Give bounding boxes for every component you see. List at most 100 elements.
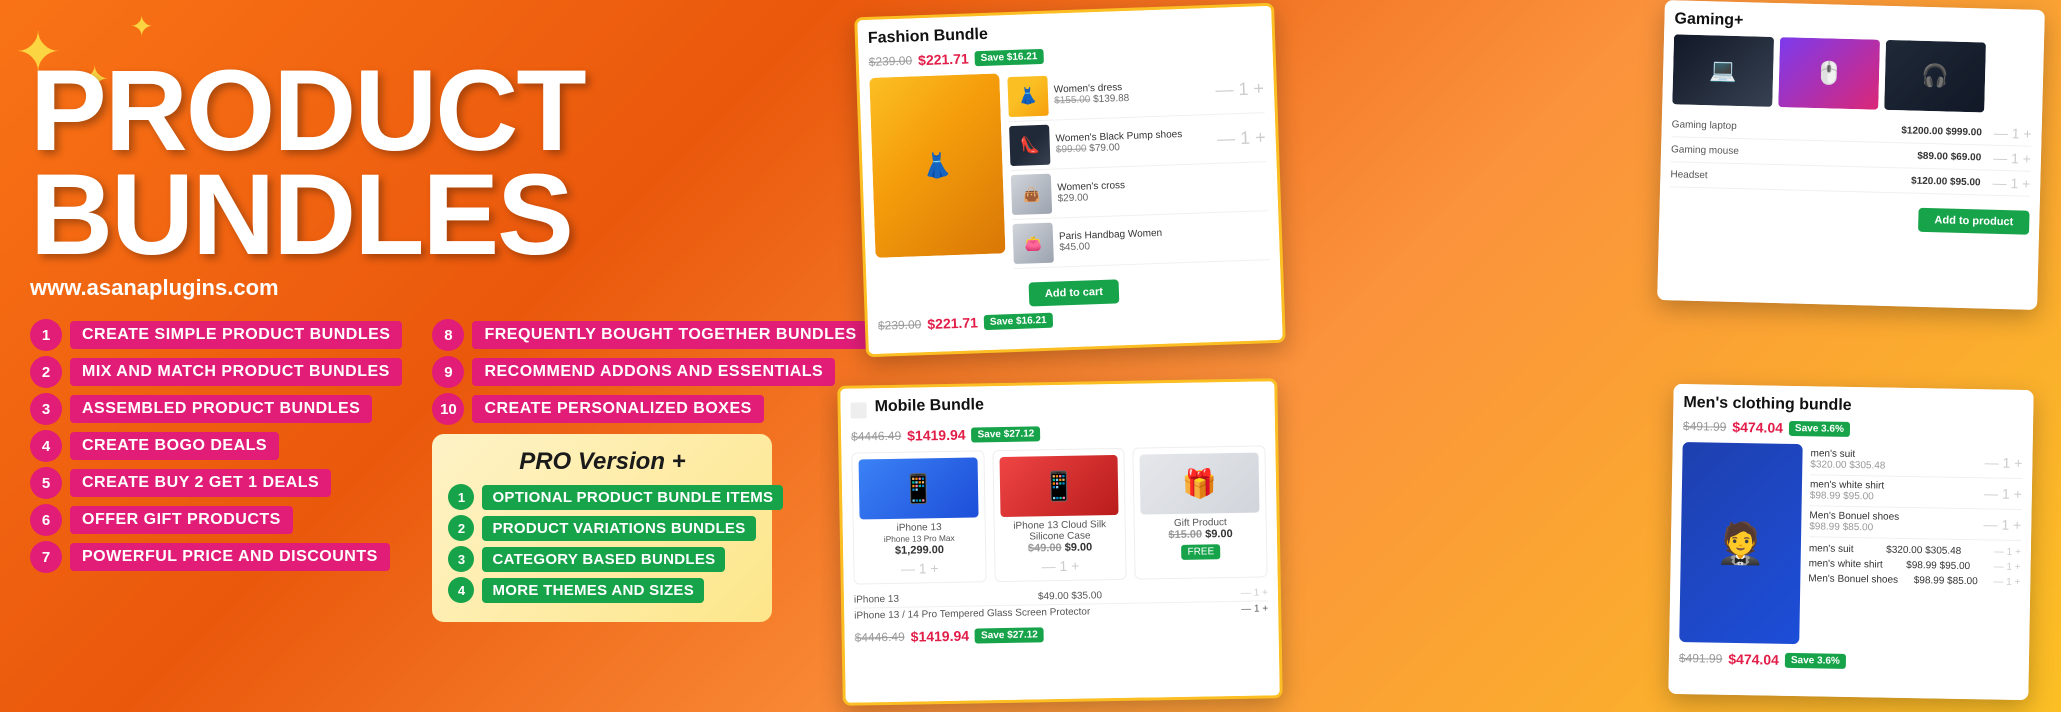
- gaming-bundle-content: Gaming+ 💻 🖱️ 🎧 Ga: [1657, 0, 2045, 310]
- feature-text-10: CREATE PERSONALIZED BOXES: [472, 395, 763, 423]
- pro-item-2: 2 PRODUCT VARIATIONS BUNDLES: [448, 515, 756, 541]
- mens-total-row-3: Men's Bonuel shoes $98.99 $85.00 — 1 +: [1808, 573, 2020, 588]
- mens-shoes-label: Men's Bonuel shoes: [1808, 573, 1898, 586]
- gift-product-price: $15.00 $9.00: [1141, 528, 1260, 542]
- mens-total-qty: — 1 +: [1994, 546, 2021, 557]
- mens-new-price: $474.04: [1732, 419, 1783, 436]
- right-section: 8 FREQUENTLY BOUGHT TOGETHER BUNDLES 9 R…: [432, 319, 868, 622]
- headset-qty: — 1 +: [1992, 175, 2030, 192]
- dress-qty-controls: — 1 +: [1215, 78, 1264, 101]
- fashion-save-badge: Save $16.21: [974, 48, 1043, 65]
- mobile-bundle-screenshot: Mobile Bundle $4446.49 $1419.94 Save $27…: [837, 378, 1283, 706]
- mouse-qty: — 1 +: [1993, 150, 2031, 167]
- mens-shirt-info: men's white shirt $98.99 $95.00: [1810, 479, 1979, 504]
- gaming-headset-label: Headset: [1670, 169, 1905, 186]
- feature-num-1: 1: [30, 319, 62, 351]
- mens-footer-old: $491.99: [1679, 651, 1723, 666]
- banner: ✦ ✦ ✦ PRODUCT BUNDLES www.asanaplugins.c…: [0, 0, 2061, 712]
- mobile-price-row: $4446.49 $1419.94 Save $27.12: [851, 421, 1265, 444]
- mobile-products-grid: 📱 iPhone 13iPhone 13 Pro Max $1,299.00 —…: [851, 445, 1267, 584]
- mens-product-rows: men's suit $320.00 $305.48 — 1 + men's w…: [1807, 444, 2022, 648]
- mobile-total-new: $1419.94: [911, 628, 970, 645]
- feature-text-9: RECOMMEND ADDONS AND ESSENTIALS: [472, 358, 835, 386]
- mens-shirt-value: $98.99 $95.00: [1906, 560, 1970, 572]
- shoes-thumb: 👠: [1009, 125, 1050, 166]
- iphone-red-qty: — 1 +: [1001, 557, 1120, 575]
- mobile-new-price: $1419.94: [907, 427, 966, 444]
- mobile-iphone-qty: — 1 +: [1241, 587, 1268, 598]
- mobile-total-row: $4446.49 $1419.94 Save $27.12: [854, 622, 1268, 645]
- gaming-mouse-price: $89.00 $69.00: [1917, 150, 1981, 163]
- fashion-main-image: 👗: [869, 73, 1005, 257]
- mens-row-shirt: men's white shirt $98.99 $95.00 — 1 +: [1810, 475, 2023, 510]
- mobile-detail-rows: iPhone 13 $49.00 $35.00 — 1 + iPhone 13 …: [854, 585, 1268, 623]
- mobile-case-label: iPhone 13 / 14 Pro Tempered Glass Screen…: [854, 606, 1090, 621]
- mens-row-shoes: Men's Bonuel shoes $98.99 $85.00 — 1 +: [1809, 506, 2022, 541]
- mens-total-row-2: men's white shirt $98.99 $95.00 — 1 +: [1809, 558, 2021, 573]
- feature-num-4: 4: [30, 430, 62, 462]
- left-content: PRODUCT BUNDLES www.asanaplugins.com 1 C…: [0, 0, 820, 712]
- fashion-product-row-1: 👗 Women's dress $155.00 $139.88 — 1 +: [1007, 64, 1265, 122]
- feature-text-8: FREQUENTLY BOUGHT TOGETHER BUNDLES: [472, 321, 868, 349]
- iphone-blue-card: 📱 iPhone 13iPhone 13 Pro Max $1,299.00 —…: [851, 450, 986, 584]
- pro-num-2: 2: [448, 515, 474, 541]
- mens-bundle-screenshot: Men's clothing bundle $491.99 $474.04 Sa…: [1668, 384, 2033, 700]
- feature-item-3: 3 ASSEMBLED PRODUCT BUNDLES: [30, 393, 402, 425]
- mobile-search-icon: [851, 402, 867, 418]
- mens-row-suit: men's suit $320.00 $305.48 — 1 +: [1810, 444, 2023, 479]
- feature-num-6: 6: [30, 504, 62, 536]
- pro-item-1: 1 OPTIONAL PRODUCT BUNDLE ITEMS: [448, 484, 756, 510]
- feature-item-9: 9 RECOMMEND ADDONS AND ESSENTIALS: [432, 356, 868, 388]
- pro-box: PRO Version + 1 OPTIONAL PRODUCT BUNDLE …: [432, 434, 772, 622]
- mens-bundle-title: Men's clothing bundle: [1683, 394, 2023, 418]
- feature-item-10: 10 CREATE PERSONALIZED BOXES: [432, 393, 868, 425]
- feature-item-6: 6 OFFER GIFT PRODUCTS: [30, 504, 402, 536]
- gift-product-card: 🎁 Gift Product $15.00 $9.00 FREE: [1133, 445, 1268, 579]
- gaming-add-to-cart-button[interactable]: Add to product: [1918, 208, 2029, 235]
- fashion-total-old: $239.00: [878, 317, 922, 333]
- shoes-qty-controls: — 1 +: [1217, 127, 1266, 150]
- pro-text-4: MORE THEMES AND SIZES: [482, 578, 704, 603]
- fashion-total-new: $221.71: [927, 314, 978, 332]
- iphone-red-price: $49.00 $9.00: [1001, 541, 1120, 555]
- iphone-red-card: 📱 iPhone 13 Cloud SilkSilicone Case $49.…: [992, 448, 1127, 582]
- mobile-iphone-detail-price: $49.00 $35.00: [1038, 590, 1102, 602]
- feature-num-2: 2: [30, 356, 62, 388]
- mens-suit-image-wrapper: 🤵: [1679, 442, 1802, 644]
- feature-item-1: 1 CREATE SIMPLE PRODUCT BUNDLES: [30, 319, 402, 351]
- fashion-new-price: $221.71: [918, 50, 969, 68]
- fashion-product-row-3: 👜 Women's cross $29.00: [1011, 162, 1269, 220]
- pro-item-3: 3 CATEGORY BASED BUNDLES: [448, 546, 756, 572]
- gaming-laptop-price: $1200.00 $999.00: [1901, 125, 1982, 138]
- pro-text-2: PRODUCT VARIATIONS BUNDLES: [482, 516, 755, 541]
- feature-item-7: 7 POWERFUL PRICE AND DISCOUNTS: [30, 541, 402, 573]
- screenshots-area: Fashion Bundle $239.00 $221.71 Save $16.…: [820, 0, 2061, 712]
- left-features-col: 1 CREATE SIMPLE PRODUCT BUNDLES 2 MIX AN…: [30, 319, 402, 622]
- mens-shoes-qty: — 1 +: [1983, 516, 2021, 533]
- feature-item-5: 5 CREATE BUY 2 GET 1 DEALS: [30, 467, 402, 499]
- dress-thumb: 👗: [1007, 76, 1048, 117]
- feature-item-2: 2 MIX AND MATCH PRODUCT BUNDLES: [30, 356, 402, 388]
- mens-suit-image: 🤵: [1679, 442, 1802, 644]
- iphone-blue-thumb: 📱: [859, 457, 979, 519]
- mens-shoes-info: Men's Bonuel shoes $98.99 $85.00: [1809, 510, 1978, 535]
- pro-item-4: 4 MORE THEMES AND SIZES: [448, 577, 756, 603]
- fashion-add-to-cart-button[interactable]: Add to cart: [1029, 279, 1120, 306]
- website-url: www.asanaplugins.com: [30, 275, 780, 301]
- iphone-red-thumb: 📱: [999, 455, 1119, 517]
- mens-old-price: $491.99: [1683, 419, 1727, 434]
- features-section: 1 CREATE SIMPLE PRODUCT BUNDLES 2 MIX AN…: [30, 319, 780, 622]
- mens-save-badge: Save 3.6%: [1789, 420, 1850, 436]
- gift-product-qty: FREE: [1141, 544, 1260, 561]
- gaming-laptop-thumb: 💻: [1672, 34, 1774, 107]
- mens-content-layout: 🤵 men's suit $320.00 $305.48 — 1 +: [1679, 442, 2022, 648]
- mens-shirt-label: men's white shirt: [1809, 558, 1883, 570]
- gaming-add-cart-wrapper: Add to product: [1669, 193, 2030, 234]
- mens-shirt-qty2: — 1 +: [1994, 561, 2021, 572]
- pro-title: PRO Version +: [448, 448, 756, 476]
- mens-total-label: men's suit: [1809, 543, 1854, 555]
- mobile-case-qty: — 1 +: [1241, 603, 1268, 614]
- pro-num-1: 1: [448, 484, 474, 510]
- pro-num-3: 3: [448, 546, 474, 572]
- mobile-bundle-content: Mobile Bundle $4446.49 $1419.94 Save $27…: [840, 381, 1279, 703]
